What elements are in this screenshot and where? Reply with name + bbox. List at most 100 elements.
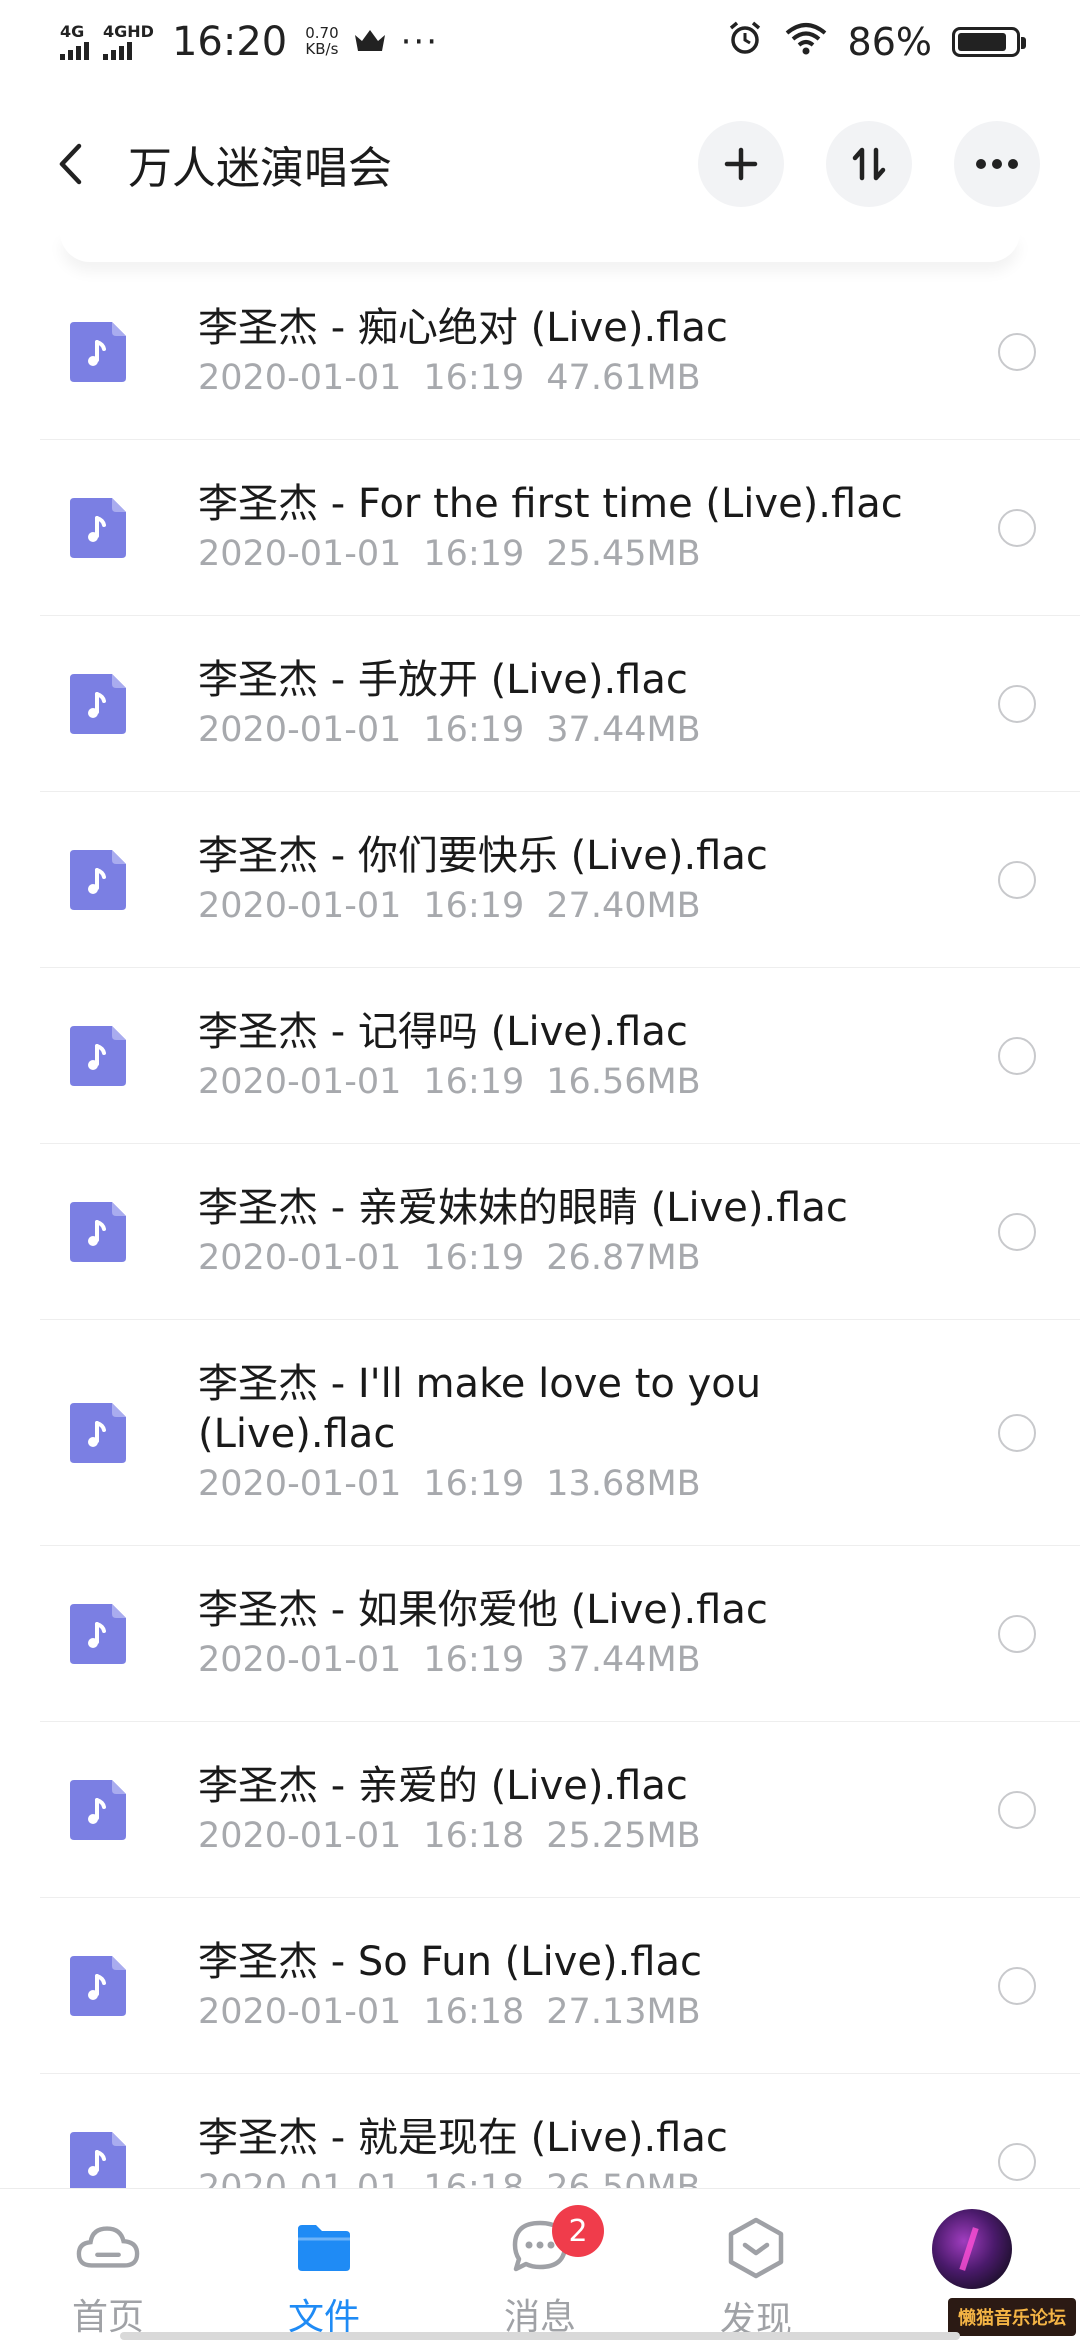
audio-file-icon	[70, 849, 126, 910]
status-bar: 4G 4GHD 16:20 0.70 KB/s ··· 86%	[0, 0, 1080, 84]
file-size: 47.61MB	[546, 357, 701, 398]
file-row[interactable]: 李圣杰 - 手放开 (Live).flac 2020-01-01 16:19 37.4…	[40, 616, 1080, 792]
audio-file-icon	[70, 673, 126, 734]
file-size: 25.25MB	[546, 1815, 701, 1856]
file-info: 李圣杰 - 亲爱妹妹的眼睛 (Live).flac 2020-01-01 16:19…	[198, 1183, 998, 1281]
file-time: 16:19	[423, 1061, 525, 1102]
file-time: 16:18	[423, 1991, 525, 2032]
nav-item-home[interactable]: 首页	[0, 2189, 216, 2340]
audio-file-icon	[70, 1603, 126, 1664]
file-row[interactable]: 李圣杰 - 你们要快乐 (Live).flac 2020-01-01 16:19 27…	[40, 792, 1080, 968]
file-meta: 2020-01-01 16:19 16.56MB	[198, 1059, 998, 1105]
file-row[interactable]: 李圣杰 - 痴心绝对 (Live).flac 2020-01-01 16:19 47.…	[40, 264, 1080, 440]
nav-item-discover[interactable]: 发现	[648, 2189, 864, 2340]
file-size: 13.68MB	[546, 1463, 701, 1504]
select-radio[interactable]	[998, 860, 1036, 899]
file-row[interactable]: 李圣杰 - I'll make love to you (Live).flac 2…	[40, 1320, 1080, 1546]
audio-file-icon	[70, 1402, 126, 1463]
file-meta: 2020-01-01 16:19 25.45MB	[198, 531, 998, 577]
file-time: 16:19	[423, 1639, 525, 1680]
audio-file-icon	[70, 2131, 126, 2192]
file-name: 李圣杰 - I'll make love to you (Live).flac	[198, 1360, 762, 1457]
file-time: 16:19	[423, 1463, 525, 1504]
battery-percent: 86%	[847, 20, 932, 64]
more-options-button[interactable]	[954, 121, 1040, 207]
select-radio[interactable]	[998, 1413, 1036, 1452]
file-name: 李圣杰 - 如果你爱他 (Live).flac	[198, 1586, 768, 1633]
select-radio[interactable]	[998, 1790, 1036, 1829]
file-info: 李圣杰 - 你们要快乐 (Live).flac 2020-01-01 16:19 27…	[198, 831, 998, 929]
network-label: 4G	[60, 22, 85, 41]
back-button[interactable]	[50, 134, 90, 194]
file-size: 16.56MB	[546, 1061, 701, 1102]
file-time: 16:19	[423, 709, 525, 750]
file-row[interactable]: 李圣杰 - 记得吗 (Live).flac 2020-01-01 16:19 16.5…	[40, 968, 1080, 1144]
unread-badge: 2	[552, 2205, 604, 2257]
alarm-icon	[726, 19, 764, 66]
sort-button[interactable]	[826, 121, 912, 207]
file-row[interactable]: 李圣杰 - 如果你爱他 (Live).flac 2020-01-01 16:19 37…	[40, 1546, 1080, 1722]
file-date: 2020-01-01	[198, 709, 402, 750]
wifi-icon	[784, 20, 828, 64]
file-row[interactable]: 李圣杰 - 亲爱的 (Live).flac 2020-01-01 16:18 25.2…	[40, 1722, 1080, 1898]
file-time: 16:18	[423, 1815, 525, 1856]
file-time: 16:19	[423, 1237, 525, 1278]
select-radio[interactable]	[998, 684, 1036, 723]
signal-4ghd: 4GHD	[103, 24, 154, 60]
more-horizontal-icon	[976, 159, 1018, 169]
sort-icon	[852, 147, 886, 181]
file-row[interactable]: 李圣杰 - So Fun (Live).flac 2020-01-01 16:18 2…	[40, 1898, 1080, 2074]
file-date: 2020-01-01	[198, 1815, 402, 1856]
file-name: 李圣杰 - 就是现在 (Live).flac	[198, 2114, 728, 2161]
select-radio[interactable]	[998, 2142, 1036, 2181]
file-info: 李圣杰 - 如果你爱他 (Live).flac 2020-01-01 16:19 37…	[198, 1585, 998, 1683]
chevron-left-icon	[59, 143, 82, 185]
file-meta: 2020-01-01 16:19 47.61MB	[198, 355, 998, 401]
file-date: 2020-01-01	[198, 1237, 402, 1278]
nav-item-files[interactable]: 文件	[216, 2189, 432, 2340]
audio-file-icon	[70, 1025, 126, 1086]
clock: 16:20	[171, 19, 288, 65]
nav-item-messages[interactable]: 2 消息	[432, 2189, 648, 2340]
file-meta: 2020-01-01 16:19 13.68MB	[198, 1461, 998, 1507]
file-date: 2020-01-01	[198, 1463, 402, 1504]
select-radio[interactable]	[998, 332, 1036, 371]
signal-4g: 4G	[60, 24, 89, 60]
network-label: 4GHD	[103, 22, 154, 41]
top-app-bar: 万人迷演唱会	[0, 84, 1080, 244]
file-meta: 2020-01-01 16:19 27.40MB	[198, 883, 998, 929]
more-status-icon: ···	[400, 22, 440, 62]
page-title: 万人迷演唱会	[128, 143, 392, 194]
file-info: 李圣杰 - 痴心绝对 (Live).flac 2020-01-01 16:19 47.…	[198, 303, 998, 401]
file-name: 李圣杰 - 记得吗 (Live).flac	[198, 1008, 688, 1055]
file-info: 李圣杰 - So Fun (Live).flac 2020-01-01 16:18 2…	[198, 1937, 998, 2035]
select-radio[interactable]	[998, 1614, 1036, 1653]
cloud-icon	[76, 2217, 140, 2276]
file-name: 李圣杰 - 你们要快乐 (Live).flac	[198, 832, 768, 879]
battery-icon	[952, 27, 1026, 57]
bottom-navigation: 首页 文件 2 消息 发现 懒猫音乐论坛	[0, 2188, 1080, 2340]
file-size: 27.13MB	[546, 1991, 701, 2032]
file-size: 26.87MB	[546, 1237, 701, 1278]
file-date: 2020-01-01	[198, 1061, 402, 1102]
select-radio[interactable]	[998, 1212, 1036, 1251]
file-name: 李圣杰 - 亲爱的 (Live).flac	[198, 1762, 688, 1809]
add-button[interactable]	[698, 121, 784, 207]
file-size: 25.45MB	[546, 533, 701, 574]
file-name: 李圣杰 - 痴心绝对 (Live).flac	[198, 304, 728, 351]
watermark-logo: 懒猫音乐论坛	[948, 2298, 1076, 2336]
folder-icon	[292, 2217, 356, 2276]
file-info: 李圣杰 - 记得吗 (Live).flac 2020-01-01 16:19 16.5…	[198, 1007, 998, 1105]
file-meta: 2020-01-01 16:19 37.44MB	[198, 1637, 998, 1683]
select-radio[interactable]	[998, 1036, 1036, 1075]
file-date: 2020-01-01	[198, 357, 402, 398]
audio-file-icon	[70, 1201, 126, 1262]
avatar	[932, 2209, 1012, 2289]
file-date: 2020-01-01	[198, 1991, 402, 2032]
file-time: 16:19	[423, 885, 525, 926]
select-radio[interactable]	[998, 1966, 1036, 2005]
file-row[interactable]: 李圣杰 - 亲爱妹妹的眼睛 (Live).flac 2020-01-01 16:19…	[40, 1144, 1080, 1320]
select-radio[interactable]	[998, 508, 1036, 547]
file-row[interactable]: 李圣杰 - For the first time (Live).flac 2020…	[40, 440, 1080, 616]
file-size: 27.40MB	[546, 885, 701, 926]
